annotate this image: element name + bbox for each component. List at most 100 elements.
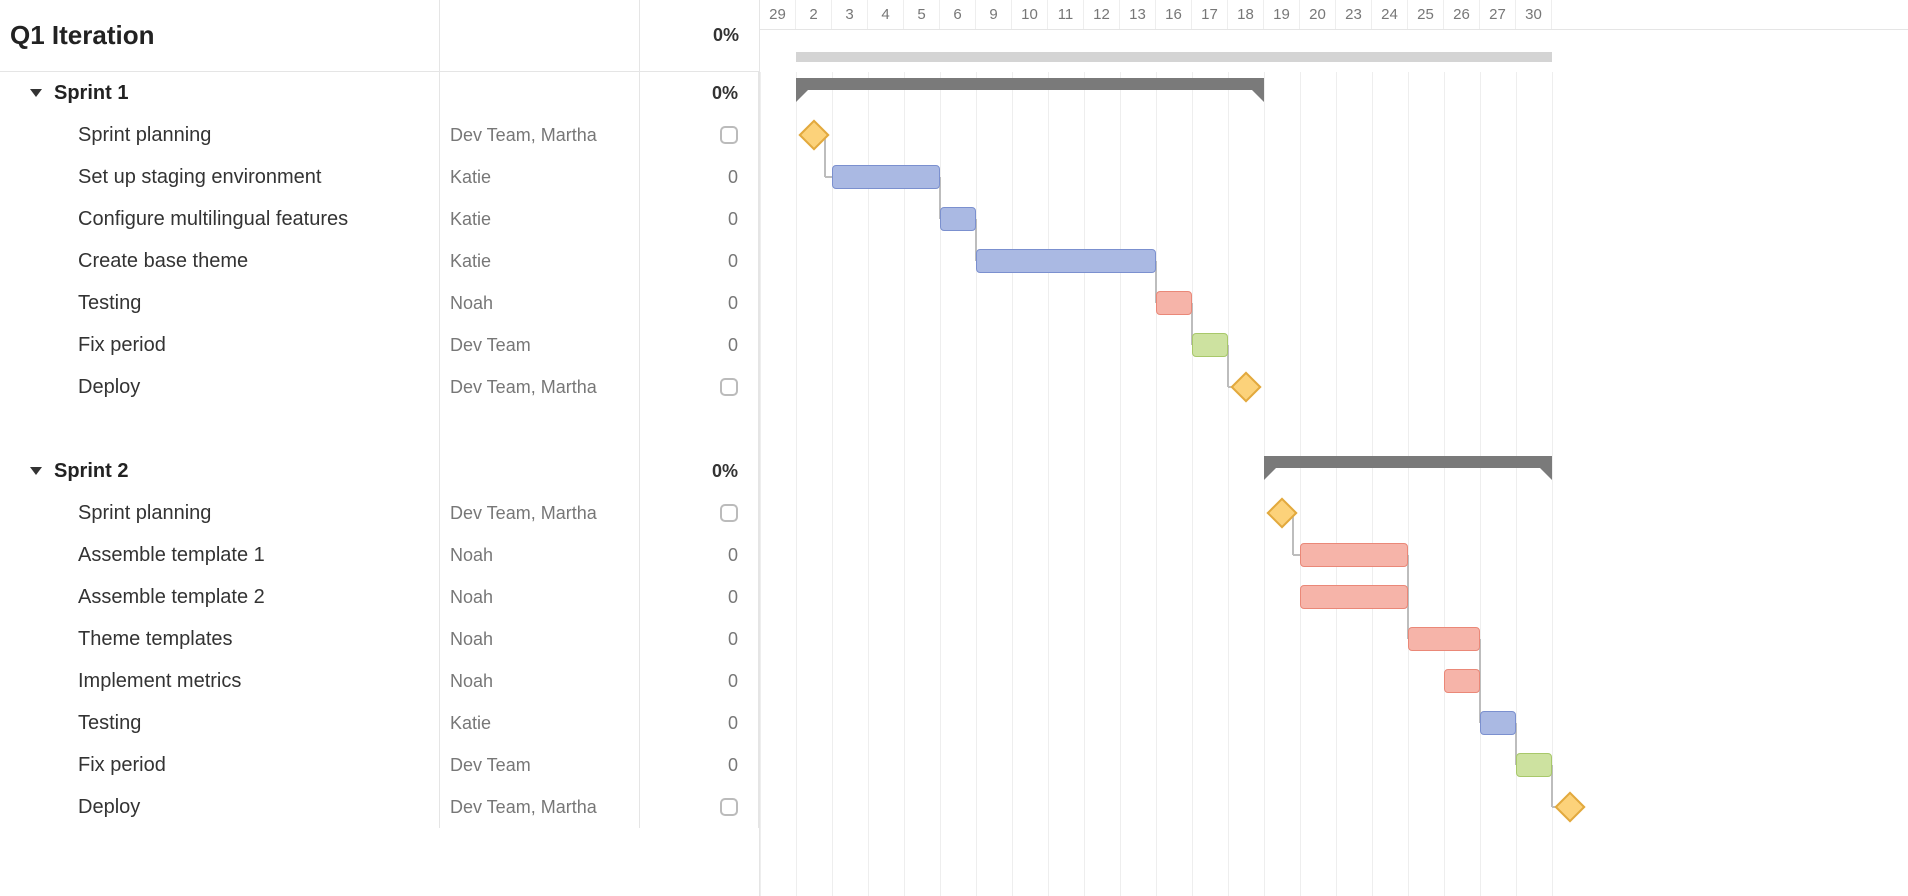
milestone[interactable] xyxy=(1266,497,1297,528)
date-col: 10 xyxy=(1012,0,1048,29)
milestone[interactable] xyxy=(1554,791,1585,822)
task-name[interactable]: Sprint planning xyxy=(0,492,440,534)
date-col: 17 xyxy=(1192,0,1228,29)
caret-down-icon[interactable] xyxy=(30,467,42,475)
group-progress: 0% xyxy=(640,450,759,492)
project-title: Q1 Iteration xyxy=(10,20,154,51)
date-col: 29 xyxy=(760,0,796,29)
task-progress: 0 xyxy=(728,671,738,692)
timeline-pane[interactable]: 29234569101112131617181920232425262730 xyxy=(760,0,1908,896)
date-col: 12 xyxy=(1084,0,1120,29)
task-progress: 0 xyxy=(728,713,738,734)
gantt-bar[interactable] xyxy=(1516,753,1552,777)
task-name[interactable]: Assemble template 1 xyxy=(0,534,440,576)
date-col: 30 xyxy=(1516,0,1552,29)
task-name[interactable]: Fix period xyxy=(0,324,440,366)
date-header: 29234569101112131617181920232425262730 xyxy=(760,0,1908,30)
gantt-bar[interactable] xyxy=(1480,711,1516,735)
date-col: 20 xyxy=(1300,0,1336,29)
group-progress: 0% xyxy=(640,72,759,114)
task-progress: 0 xyxy=(728,293,738,314)
task-assignee[interactable]: Katie xyxy=(440,240,640,282)
date-col: 23 xyxy=(1336,0,1372,29)
task-list-header-row: Q1 Iteration 0% xyxy=(0,0,759,72)
group-name[interactable]: Sprint 1 xyxy=(54,82,128,105)
task-name[interactable]: Theme templates xyxy=(0,618,440,660)
task-progress: 0 xyxy=(728,755,738,776)
task-list-pane: Q1 Iteration 0% Sprint 1 0% Sprint plannin… xyxy=(0,0,760,896)
gantt-bar[interactable] xyxy=(940,207,976,231)
project-summary-bar xyxy=(796,52,1552,62)
task-name[interactable]: Fix period xyxy=(0,744,440,786)
group-name[interactable]: Sprint 2 xyxy=(54,460,128,483)
date-col: 19 xyxy=(1264,0,1300,29)
task-name[interactable]: Configure multilingual features xyxy=(0,198,440,240)
task-assignee[interactable]: Dev Team xyxy=(440,744,640,786)
gantt-bar[interactable] xyxy=(976,249,1156,273)
checkbox-empty-icon[interactable] xyxy=(720,798,738,816)
task-name[interactable]: Implement metrics xyxy=(0,660,440,702)
date-col: 26 xyxy=(1444,0,1480,29)
date-col: 6 xyxy=(940,0,976,29)
checkbox-empty-icon[interactable] xyxy=(720,126,738,144)
date-col: 24 xyxy=(1372,0,1408,29)
gantt-bar[interactable] xyxy=(832,165,940,189)
task-assignee[interactable]: Noah xyxy=(440,618,640,660)
header-assignee-cell xyxy=(440,0,640,71)
gantt-bar[interactable] xyxy=(1300,585,1408,609)
task-progress: 0 xyxy=(728,629,738,650)
task-assignee[interactable]: Noah xyxy=(440,660,640,702)
milestone[interactable] xyxy=(1230,371,1261,402)
sprint-bracket[interactable] xyxy=(796,78,1264,90)
date-col: 5 xyxy=(904,0,940,29)
task-name[interactable]: Testing xyxy=(0,702,440,744)
project-progress: 0% xyxy=(640,0,759,71)
task-progress: 0 xyxy=(728,545,738,566)
gantt-app: Q1 Iteration 0% Sprint 1 0% Sprint plannin… xyxy=(0,0,1908,896)
task-assignee[interactable]: Dev Team, Martha xyxy=(440,114,640,156)
gantt-bar[interactable] xyxy=(1300,543,1408,567)
task-assignee[interactable]: Noah xyxy=(440,576,640,618)
caret-down-icon[interactable] xyxy=(30,89,42,97)
checkbox-empty-icon[interactable] xyxy=(720,378,738,396)
task-assignee[interactable]: Dev Team, Martha xyxy=(440,366,640,408)
date-col: 27 xyxy=(1480,0,1516,29)
gantt-bar[interactable] xyxy=(1408,627,1480,651)
task-assignee[interactable]: Noah xyxy=(440,282,640,324)
task-name[interactable]: Assemble template 2 xyxy=(0,576,440,618)
task-progress: 0 xyxy=(728,587,738,608)
task-name[interactable]: Create base theme xyxy=(0,240,440,282)
task-list-body: Sprint 10%Sprint planningDev Team, Marth… xyxy=(0,72,759,896)
gantt-bar[interactable] xyxy=(1192,333,1228,357)
task-progress: 0 xyxy=(728,335,738,356)
task-name[interactable]: Sprint planning xyxy=(0,114,440,156)
task-progress: 0 xyxy=(728,251,738,272)
task-name[interactable]: Deploy xyxy=(0,786,440,828)
milestone[interactable] xyxy=(798,119,829,150)
summary-bar-row xyxy=(760,30,1908,72)
date-col: 18 xyxy=(1228,0,1264,29)
gantt-bars xyxy=(760,72,1908,896)
task-assignee[interactable]: Katie xyxy=(440,156,640,198)
gantt-body[interactable] xyxy=(760,72,1908,896)
task-assignee[interactable]: Katie xyxy=(440,702,640,744)
task-assignee[interactable]: Dev Team, Martha xyxy=(440,492,640,534)
task-name[interactable]: Deploy xyxy=(0,366,440,408)
gantt-bar[interactable] xyxy=(1156,291,1192,315)
task-name[interactable]: Testing xyxy=(0,282,440,324)
gantt-bar[interactable] xyxy=(1444,669,1480,693)
task-progress: 0 xyxy=(728,209,738,230)
task-assignee[interactable]: Katie xyxy=(440,198,640,240)
project-title-cell: Q1 Iteration xyxy=(0,0,440,71)
date-col: 3 xyxy=(832,0,868,29)
task-assignee[interactable]: Dev Team, Martha xyxy=(440,786,640,828)
date-col: 13 xyxy=(1120,0,1156,29)
date-col: 25 xyxy=(1408,0,1444,29)
date-col: 2 xyxy=(796,0,832,29)
date-col: 11 xyxy=(1048,0,1084,29)
task-name[interactable]: Set up staging environment xyxy=(0,156,440,198)
task-assignee[interactable]: Dev Team xyxy=(440,324,640,366)
sprint-bracket[interactable] xyxy=(1264,456,1552,468)
task-assignee[interactable]: Noah xyxy=(440,534,640,576)
checkbox-empty-icon[interactable] xyxy=(720,504,738,522)
